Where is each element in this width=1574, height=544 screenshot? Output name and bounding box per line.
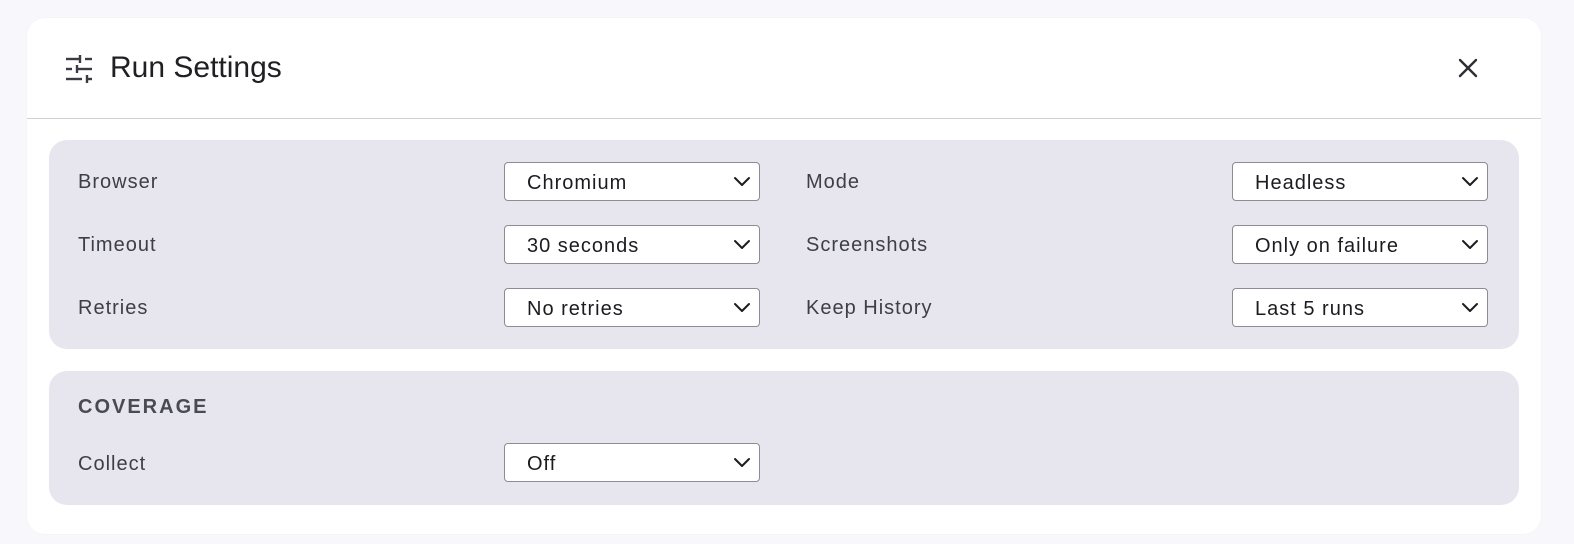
mode-label: Mode: [806, 171, 861, 193]
screenshots-label: Screenshots: [806, 234, 929, 256]
coverage-panel: COVERAGE Collect Off: [49, 371, 1519, 505]
chevron-down-icon: [734, 177, 750, 186]
dialog-header: Run Settings: [27, 18, 1541, 119]
chevron-down-icon: [1462, 303, 1478, 312]
collect-select-value: Off: [527, 453, 557, 475]
keep-history-label: Keep History: [806, 297, 933, 319]
retries-select-value: No retries: [527, 298, 624, 320]
collect-select[interactable]: Off: [504, 443, 760, 482]
browser-select[interactable]: Chromium: [504, 162, 760, 201]
chevron-down-icon: [1462, 177, 1478, 186]
screenshots-select[interactable]: Only on failure: [1232, 225, 1488, 264]
sliders-icon: [64, 54, 94, 84]
close-button[interactable]: [1451, 51, 1485, 85]
keep-history-select-value: Last 5 runs: [1255, 298, 1365, 320]
mode-select-value: Headless: [1255, 172, 1347, 194]
run-options-panel: Browser Chromium Mode Headless Timeout 3…: [49, 140, 1519, 349]
run-settings-dialog: Run Settings Browser Chromium Mode Headl…: [27, 18, 1541, 534]
retries-label: Retries: [78, 297, 149, 319]
coverage-section-title: COVERAGE: [78, 396, 209, 418]
keep-history-select[interactable]: Last 5 runs: [1232, 288, 1488, 327]
retries-select[interactable]: No retries: [504, 288, 760, 327]
chevron-down-icon: [734, 240, 750, 249]
timeout-select[interactable]: 30 seconds: [504, 225, 760, 264]
timeout-select-value: 30 seconds: [527, 235, 640, 257]
collect-label: Collect: [78, 453, 147, 475]
chevron-down-icon: [1462, 240, 1478, 249]
screenshots-select-value: Only on failure: [1255, 235, 1399, 257]
close-icon: [1458, 58, 1478, 78]
chevron-down-icon: [734, 303, 750, 312]
mode-select[interactable]: Headless: [1232, 162, 1488, 201]
browser-select-value: Chromium: [527, 172, 628, 194]
chevron-down-icon: [734, 458, 750, 467]
dialog-title: Run Settings: [110, 51, 282, 84]
timeout-label: Timeout: [78, 234, 157, 256]
browser-label: Browser: [78, 171, 159, 193]
